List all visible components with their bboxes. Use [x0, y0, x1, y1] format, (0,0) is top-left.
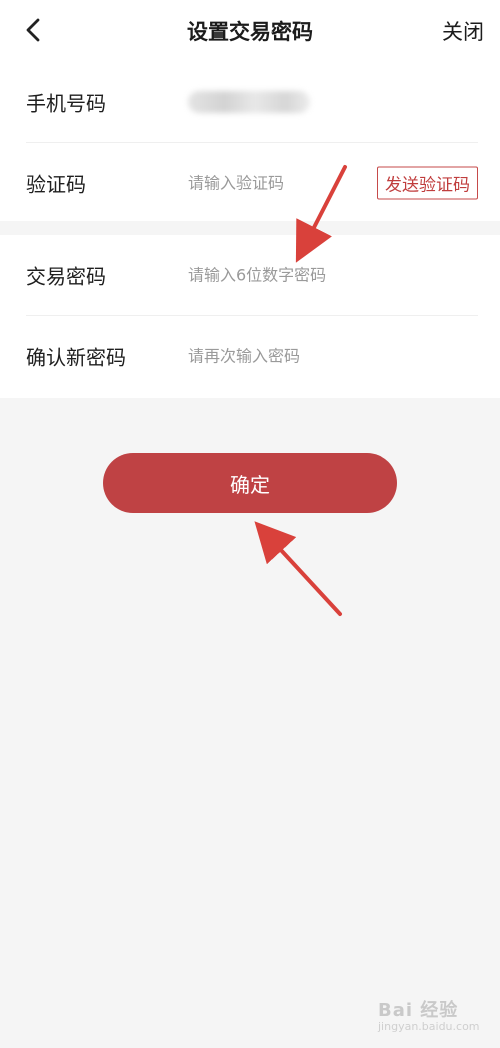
page-title: 设置交易密码: [187, 20, 313, 44]
confirm-button[interactable]: 确定: [103, 453, 397, 513]
trade-password-row: 交易密码: [26, 235, 478, 315]
close-button[interactable]: 关闭: [442, 16, 484, 46]
arrow-to-confirm-icon: [254, 521, 342, 616]
trade-password-input[interactable]: [188, 265, 358, 285]
confirm-password-label: 确认新密码: [26, 345, 126, 369]
trade-password-label: 交易密码: [26, 264, 106, 289]
send-code-button[interactable]: 发送验证码: [377, 166, 478, 199]
phone-row: 手机号码: [26, 62, 478, 142]
phone-label: 手机号码: [26, 91, 106, 116]
password-section: 交易密码 确认新密码: [0, 235, 500, 398]
confirm-password-input[interactable]: [188, 346, 358, 365]
confirm-password-row: 确认新密码: [26, 315, 478, 395]
watermark-logo-text: Bai 经验: [378, 1000, 459, 1021]
header-bar: 设置交易密码 关闭: [0, 0, 500, 62]
verify-code-row: 验证码 发送验证码: [26, 142, 478, 222]
baidu-jingyan-watermark: Bai 经验 jingyan.baidu.com: [378, 996, 480, 1036]
verification-section: 手机号码 验证码 发送验证码: [0, 62, 500, 221]
watermark-url: jingyan.baidu.com: [378, 1020, 480, 1033]
verify-code-label: 验证码: [26, 172, 86, 196]
phone-number-masked: [188, 91, 310, 113]
page: 设置交易密码 关闭 手机号码 验证码 发送验证码 交易密码 确认新密码 确定: [0, 0, 500, 1048]
verify-code-input[interactable]: [188, 173, 358, 192]
